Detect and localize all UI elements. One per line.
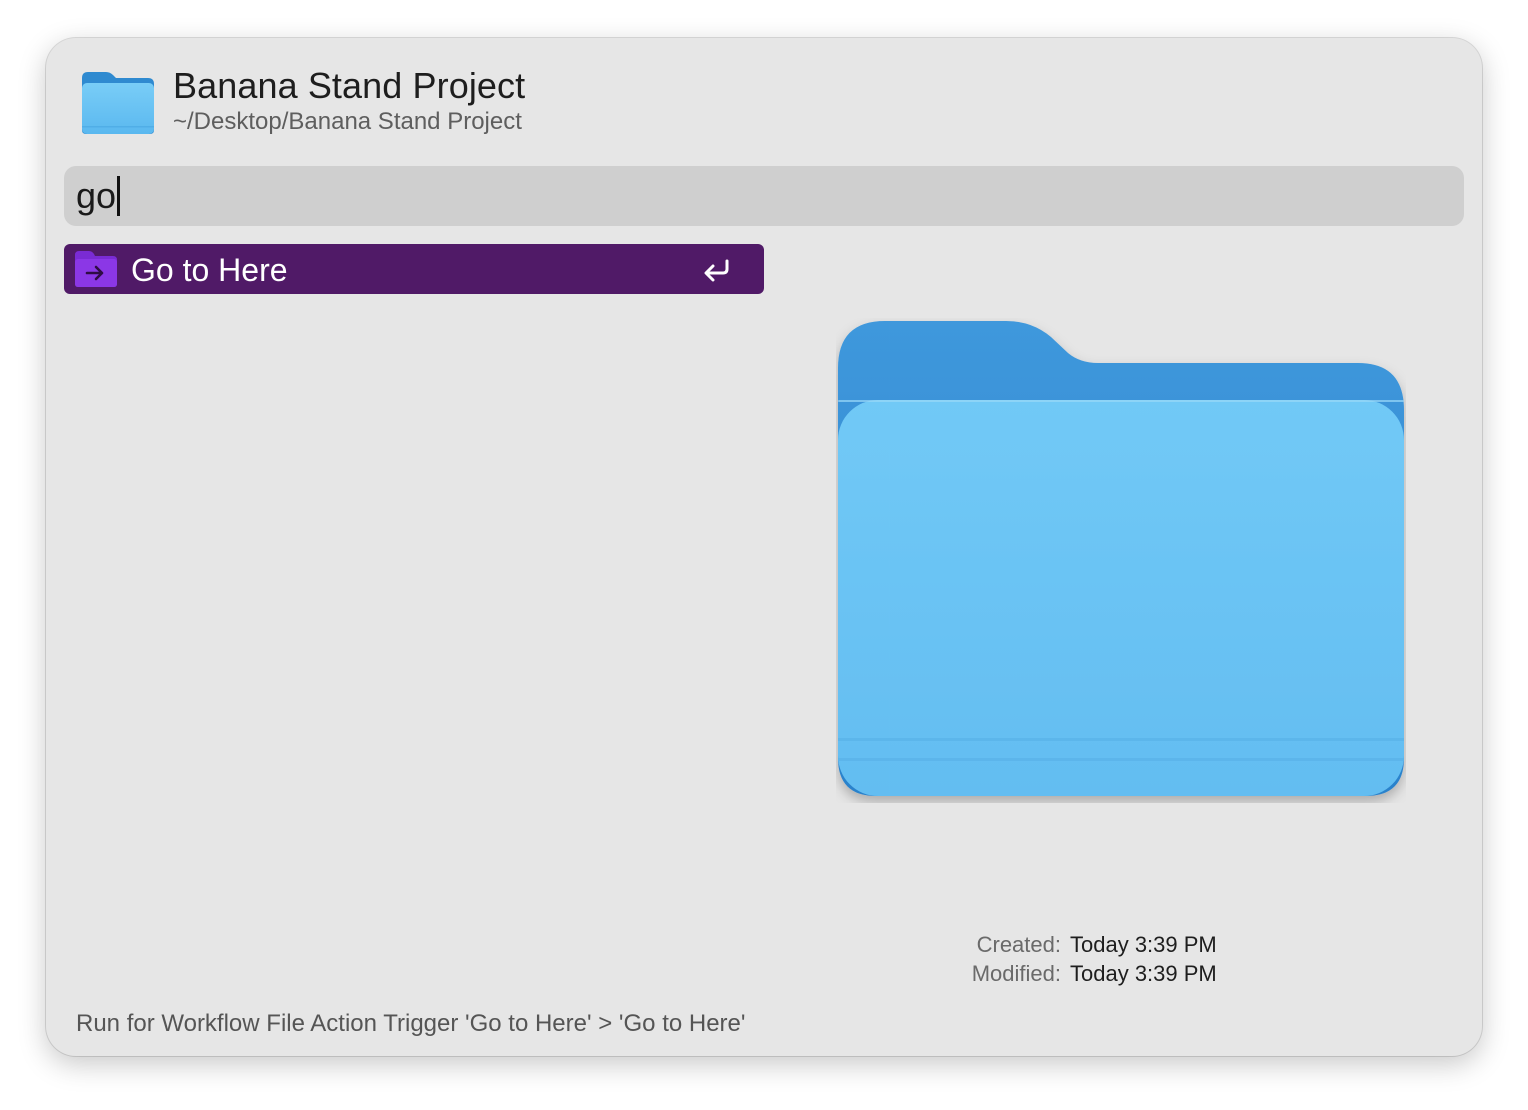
search-query-text[interactable]: go: [76, 166, 116, 226]
result-item-go-to-here[interactable]: Go to Here: [64, 244, 764, 294]
created-value: Today 3:39 PM: [1070, 932, 1217, 957]
folder-icon: [80, 70, 156, 136]
return-key-icon: [702, 258, 732, 282]
modified-label: Modified:: [971, 961, 1061, 986]
created-row: Created: Today 3:39 PM: [946, 930, 1217, 959]
modified-row: Modified: Today 3:39 PM: [946, 959, 1217, 988]
modified-value: Today 3:39 PM: [1070, 961, 1217, 986]
file-metadata: Created: Today 3:39 PM Modified: Today 3…: [946, 930, 1217, 988]
page-title: Banana Stand Project: [173, 65, 526, 106]
text-caret: [117, 176, 121, 216]
status-text: Run for Workflow File Action Trigger 'Go…: [76, 1010, 746, 1037]
folder-arrow-icon: [74, 250, 118, 288]
result-label: Go to Here: [131, 252, 288, 288]
created-label: Created:: [976, 932, 1061, 957]
preview-folder-icon: [836, 318, 1406, 803]
launcher-window: Banana Stand Project ~/Desktop/Banana St…: [46, 38, 1482, 1056]
search-input[interactable]: go: [64, 166, 1464, 226]
file-path: ~/Desktop/Banana Stand Project: [173, 108, 522, 135]
